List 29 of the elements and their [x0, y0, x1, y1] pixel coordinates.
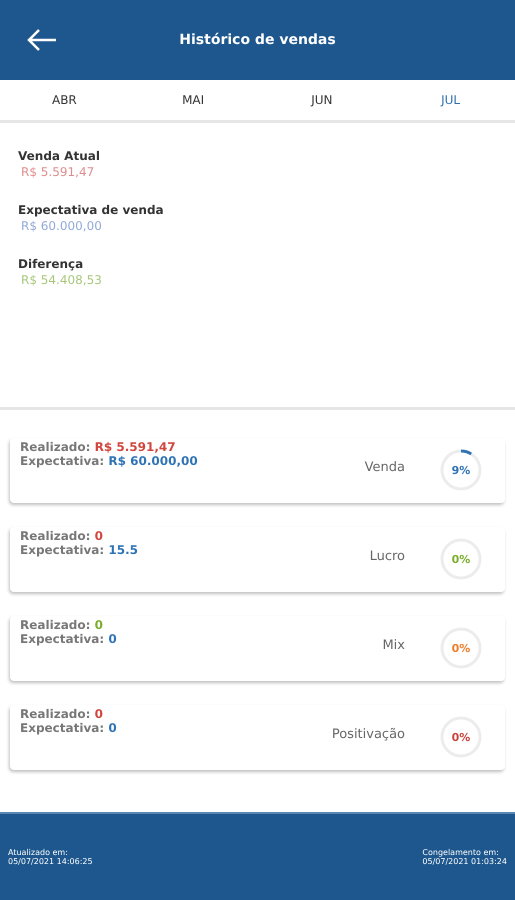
back-arrow-icon [26, 28, 58, 52]
realized-line: Realizado: 0 [20, 618, 104, 632]
metric-name: Mix [382, 638, 405, 653]
frozen-label: Congelamento em: [422, 848, 500, 857]
metric-name: Venda [364, 460, 405, 475]
realized-line: Realizado: R$ 5.591,47 [20, 440, 177, 454]
summary-label: Venda Atual [18, 149, 101, 163]
percent-value: 0% [452, 552, 470, 566]
summary-value: R$ 5.591,47 [20, 165, 96, 179]
back-button[interactable] [26, 28, 58, 52]
frozen-time: 05/07/2021 01:03:24 [422, 857, 507, 866]
expected-line: Expectativa: 0 [20, 721, 118, 735]
realized-line: Realizado: 0 [20, 529, 104, 543]
percent-value: 0% [452, 730, 470, 744]
expected-line: Expectativa: 0 [20, 632, 118, 646]
updated-label: Atualizado em: [8, 848, 69, 857]
summary-label: Diferença [18, 257, 84, 271]
summary-value: R$ 54.408,53 [20, 273, 103, 287]
percent-value: 0% [452, 642, 470, 654]
expected-line: Expectativa: 15.5 [20, 543, 139, 557]
summary-label: Expectativa de venda [18, 203, 165, 217]
realized-line: Realizado: 0 [20, 707, 104, 721]
expected-line: Expectativa: R$ 60.000,00 [20, 454, 199, 468]
screen-title: Histórico de vendas [178, 32, 337, 48]
percent-value: 9% [452, 464, 470, 476]
metric-name: Lucro [370, 549, 405, 564]
metric-name: Positivação [332, 727, 405, 742]
summary-value: R$ 60.000,00 [20, 219, 103, 233]
updated-time: 05/07/2021 14:06:25 [8, 857, 93, 866]
